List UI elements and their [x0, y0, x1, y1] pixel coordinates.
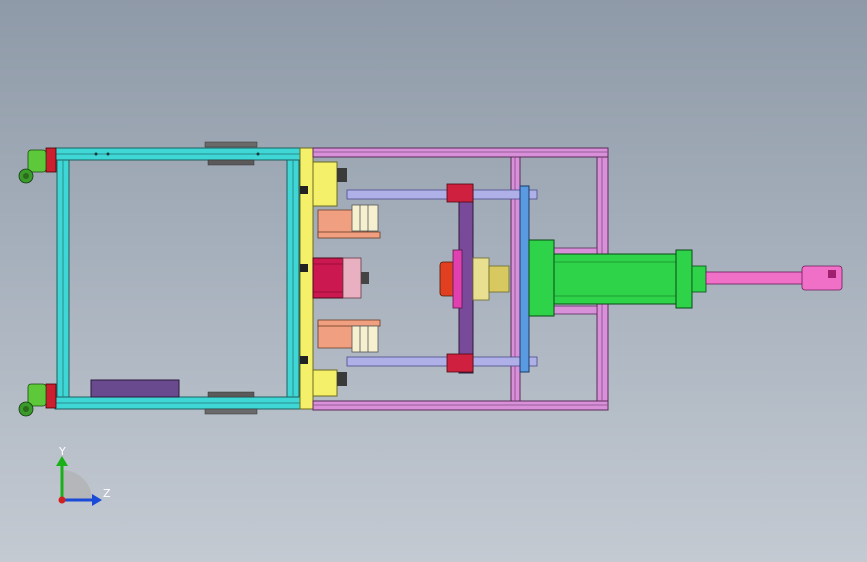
red-motor[interactable]: [312, 257, 369, 299]
salmon-bracket-bottom[interactable]: [317, 319, 381, 353]
caster-bottom-left[interactable]: [18, 383, 57, 417]
axis-y-label: Y: [58, 445, 66, 458]
purple-base-block[interactable]: [90, 379, 180, 398]
caster-top-left[interactable]: [18, 147, 57, 184]
axis-triad: Y Z: [56, 445, 111, 506]
pink-piston-rod[interactable]: [705, 265, 843, 291]
salmon-bracket-top[interactable]: [317, 204, 381, 239]
cad-model-scene[interactable]: Y Z: [0, 0, 867, 562]
guide-rod-top[interactable]: [346, 189, 538, 200]
graphics-viewport[interactable]: Y Z: [0, 0, 867, 562]
cyan-base-frame[interactable]: [54, 147, 308, 410]
clamp-chuck[interactable]: [439, 249, 510, 309]
axis-z-label: Z: [103, 487, 111, 500]
guide-rod-bottom[interactable]: [346, 356, 538, 367]
blue-guide-bar[interactable]: [519, 185, 530, 373]
